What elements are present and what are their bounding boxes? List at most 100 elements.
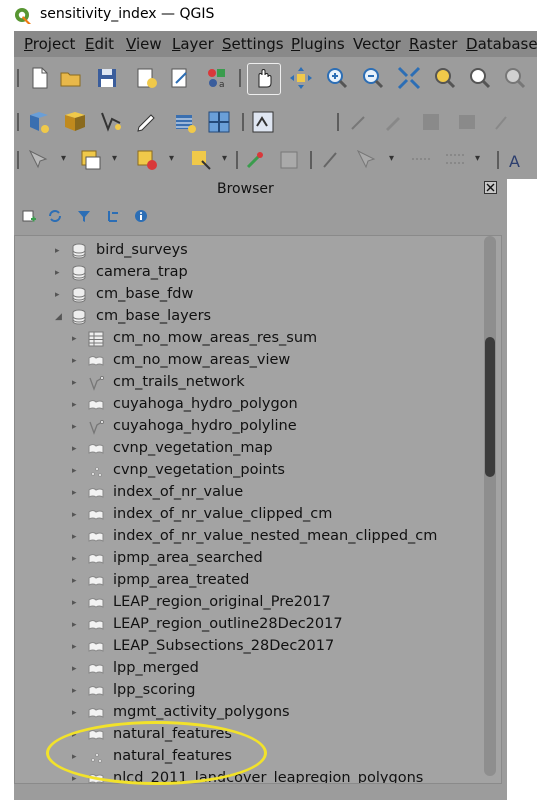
menu-plugins[interactable]: Plugins: [291, 35, 345, 53]
zoom-to-selection-icon[interactable]: [432, 65, 458, 91]
browser-scrollbar[interactable]: [484, 236, 496, 776]
menu-view[interactable]: View: [126, 35, 162, 53]
expand-arrow-icon[interactable]: ▸: [72, 708, 77, 718]
zoom-out-icon[interactable]: [360, 65, 386, 91]
browser-item[interactable]: ▸ cvnp_vegetation_map: [15, 439, 475, 461]
select-features-icon[interactable]: [26, 147, 52, 173]
measure-line-icon[interactable]: [318, 147, 344, 173]
filter-icon[interactable]: [77, 209, 91, 223]
new-project-icon[interactable]: [26, 65, 52, 91]
refresh-icon[interactable]: [48, 209, 62, 223]
virtual-layer-icon[interactable]: [172, 109, 198, 135]
expand-arrow-icon[interactable]: ▸: [72, 554, 77, 564]
collapse-arrow-icon[interactable]: ◢: [55, 312, 62, 322]
expand-arrow-icon[interactable]: ▸: [72, 488, 77, 498]
expand-arrow-icon[interactable]: ▸: [72, 444, 77, 454]
select-by-expression-icon[interactable]: [78, 147, 104, 173]
browser-item[interactable]: ▸ LEAP_region_original_Pre2017: [15, 593, 475, 615]
print-layout-icon[interactable]: [133, 65, 159, 91]
browser-item[interactable]: ▸ cm_no_mow_areas_view: [15, 351, 475, 373]
style-manager-icon[interactable]: a: [204, 65, 230, 91]
expand-arrow-icon[interactable]: ▸: [72, 334, 77, 344]
browser-item[interactable]: ▸ mgmt_activity_polygons: [15, 703, 475, 725]
map-tips-icon[interactable]: [408, 147, 434, 173]
expand-arrow-icon[interactable]: ▸: [72, 466, 77, 476]
expand-arrow-icon[interactable]: ▸: [72, 356, 77, 366]
zoom-native-icon[interactable]: [502, 65, 528, 91]
deselect-features-icon[interactable]: [134, 147, 160, 173]
zoom-full-icon[interactable]: [396, 65, 422, 91]
browser-item[interactable]: ▸ index_of_nr_value: [15, 483, 475, 505]
expand-arrow-icon[interactable]: ▸: [72, 510, 77, 520]
identify-feature-icon[interactable]: [188, 147, 214, 173]
highlight-ellipse: [46, 721, 267, 785]
browser-item[interactable]: ▸ index_of_nr_value_clipped_cm: [15, 505, 475, 527]
close-icon[interactable]: [484, 181, 497, 194]
browser-item[interactable]: ▸ cm_base_fdw: [15, 285, 475, 307]
layout-manager-icon[interactable]: [167, 65, 193, 91]
layer-grid-icon[interactable]: [206, 109, 232, 135]
expand-arrow-icon[interactable]: ▸: [72, 774, 77, 783]
expand-arrow-icon[interactable]: ▸: [55, 290, 60, 300]
browser-item[interactable]: ▸ lpp_scoring: [15, 681, 475, 703]
menu-raster[interactable]: Raster: [409, 35, 457, 53]
node-tool-icon[interactable]: [242, 147, 268, 173]
browser-item[interactable]: ▸ cuyahoga_hydro_polyline: [15, 417, 475, 439]
browser-item[interactable]: ▸ LEAP_Subsections_28Dec2017: [15, 637, 475, 659]
menu-project[interactable]: Project: [24, 35, 75, 53]
info-icon[interactable]: [134, 209, 148, 223]
label-tool-icon[interactable]: A: [506, 147, 532, 173]
menu-database[interactable]: Database: [466, 35, 537, 53]
annotation-icon[interactable]: [442, 147, 468, 173]
new-geopackage-layer-icon[interactable]: [26, 109, 52, 135]
expand-arrow-icon[interactable]: ▸: [72, 422, 77, 432]
qgis-main-window: Project Edit View Layer Settings Plugins Vecto…: [14, 31, 537, 800]
line-layer-icon: [89, 376, 104, 391]
menu-vector[interactable]: Vector: [353, 35, 401, 53]
browser-item[interactable]: ▸ cm_trails_network: [15, 373, 475, 395]
browser-item[interactable]: ▸ cm_no_mow_areas_res_sum: [15, 329, 475, 351]
expand-arrow-icon[interactable]: ▸: [72, 576, 77, 586]
expand-arrow-icon[interactable]: ▸: [55, 268, 60, 278]
expand-arrow-icon[interactable]: ▸: [72, 598, 77, 608]
attribute-table-icon[interactable]: [276, 147, 302, 173]
browser-item[interactable]: ▸ index_of_nr_value_nested_mean_clipped_c…: [15, 527, 475, 549]
new-mesh-layer-icon[interactable]: [250, 109, 276, 135]
expand-arrow-icon[interactable]: ▸: [72, 686, 77, 696]
new-temporary-layer-icon[interactable]: [98, 109, 124, 135]
expand-arrow-icon[interactable]: ▸: [72, 400, 77, 410]
digitize-pen-icon[interactable]: [134, 109, 160, 135]
expand-arrow-icon[interactable]: ▸: [72, 620, 77, 630]
open-project-icon[interactable]: [58, 65, 84, 91]
browser-scrollbar-thumb[interactable]: [485, 337, 495, 477]
select-radius-icon[interactable]: [354, 147, 380, 173]
zoom-to-layer-icon[interactable]: [467, 65, 493, 91]
expand-arrow-icon[interactable]: ▸: [72, 642, 77, 652]
browser-item[interactable]: ▸ bird_surveys: [15, 241, 475, 263]
save-edits-disabled-icon: [423, 114, 439, 130]
menu-layer[interactable]: Layer: [172, 35, 214, 53]
browser-item[interactable]: ▸ ipmp_area_searched: [15, 549, 475, 571]
expand-arrow-icon[interactable]: ▸: [72, 532, 77, 542]
expand-arrow-icon[interactable]: ▸: [55, 246, 60, 256]
add-layer-icon[interactable]: [22, 209, 36, 223]
collapse-all-icon[interactable]: [106, 209, 120, 223]
new-shapefile-layer-icon[interactable]: [62, 109, 88, 135]
browser-item[interactable]: ◢ cm_base_layers: [15, 307, 475, 329]
browser-item[interactable]: ▸ cvnp_vegetation_points: [15, 461, 475, 483]
pan-map-icon[interactable]: [250, 65, 276, 91]
browser-item[interactable]: ▸ lpp_merged: [15, 659, 475, 681]
zoom-in-icon[interactable]: [324, 65, 350, 91]
expand-arrow-icon[interactable]: ▸: [72, 664, 77, 674]
menu-settings[interactable]: Settings: [222, 35, 284, 53]
browser-toolbar: [14, 203, 507, 227]
browser-item[interactable]: ▸ cuyahoga_hydro_polygon: [15, 395, 475, 417]
browser-item[interactable]: ▸ LEAP_region_outline28Dec2017: [15, 615, 475, 637]
expand-arrow-icon[interactable]: ▸: [72, 378, 77, 388]
browser-item[interactable]: ▸ camera_trap: [15, 263, 475, 285]
browser-item[interactable]: ▸ ipmp_area_treated: [15, 571, 475, 593]
save-project-icon[interactable]: [94, 65, 120, 91]
menu-edit[interactable]: Edit: [85, 35, 114, 53]
svg-text:a: a: [219, 80, 225, 90]
pan-to-selection-icon[interactable]: [288, 65, 314, 91]
